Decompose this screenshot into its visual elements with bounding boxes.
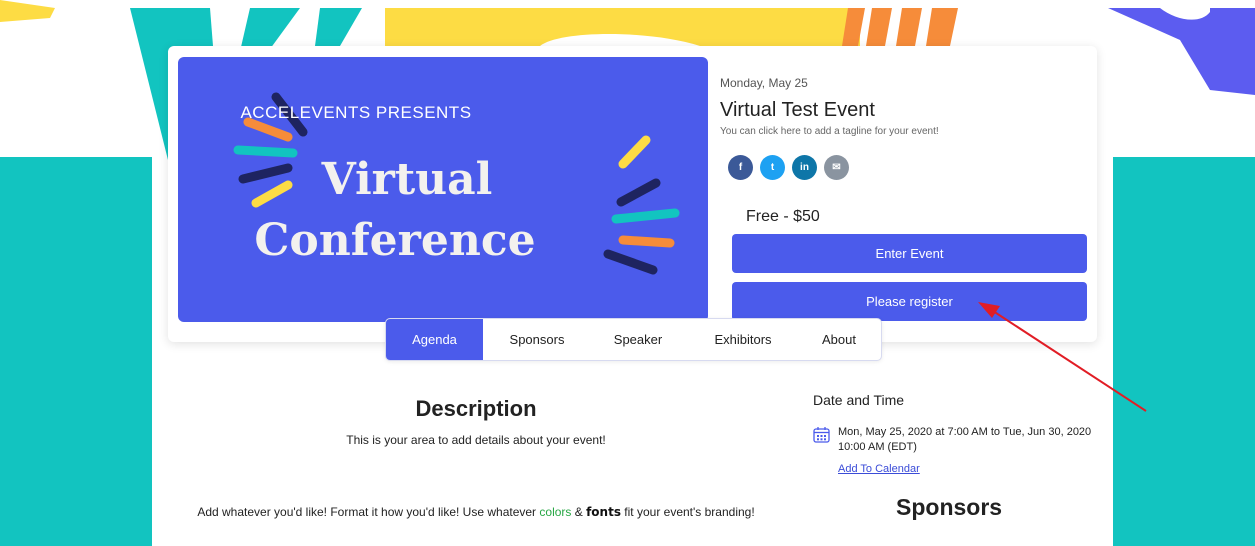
banner-title-line2: Conference xyxy=(254,215,536,266)
email-icon: ✉ xyxy=(832,162,841,173)
branding-amp: & xyxy=(571,505,587,519)
date-time-heading: Date and Time xyxy=(813,392,905,408)
please-register-button[interactable]: Please register xyxy=(732,282,1087,321)
facebook-icon: f xyxy=(738,162,743,173)
tab-agenda[interactable]: Agenda xyxy=(386,319,483,360)
calendar-icon xyxy=(813,427,830,443)
branding-text-start: Add whatever you'd like! Format it how y… xyxy=(197,505,540,519)
banner-presents-text: ACCELEVENTS PRESENTS xyxy=(240,103,472,122)
event-tabs: Agenda Sponsors Speaker Exhibitors About xyxy=(385,318,882,361)
branding-colors-text: colors xyxy=(539,505,572,519)
tab-speaker[interactable]: Speaker xyxy=(592,319,684,360)
facebook-share-button[interactable]: f xyxy=(728,155,753,180)
description-heading: Description xyxy=(415,396,537,421)
twitter-icon: t xyxy=(770,162,775,173)
add-to-calendar-link[interactable]: Add To Calendar xyxy=(838,463,920,475)
date-time-text: Mon, May 25, 2020 at 7:00 AM to Tue, Jun… xyxy=(838,426,1092,453)
teal-panel-right xyxy=(1113,157,1255,546)
tab-exhibitors[interactable]: Exhibitors xyxy=(691,319,795,360)
email-share-button[interactable]: ✉ xyxy=(824,155,849,180)
branding-fonts-text: fonts xyxy=(586,505,621,519)
tab-sponsors[interactable]: Sponsors xyxy=(489,319,585,360)
event-tagline[interactable]: You can click here to add a tagline for … xyxy=(720,126,939,137)
branding-text-end: fit your event's branding! xyxy=(620,505,755,519)
sponsors-heading: Sponsors xyxy=(896,494,1003,520)
twitter-share-button[interactable]: t xyxy=(760,155,785,180)
linkedin-share-button[interactable]: in xyxy=(792,155,817,180)
teal-panel-left xyxy=(0,157,152,546)
enter-event-button[interactable]: Enter Event xyxy=(732,234,1087,273)
tab-about[interactable]: About xyxy=(800,319,878,360)
linkedin-icon: in xyxy=(800,162,809,173)
description-branding-text: Add whatever you'd like! Format it how y… xyxy=(170,503,782,522)
description-text: This is your area to add details about y… xyxy=(346,433,606,447)
ticket-price: Free - $50 xyxy=(746,208,820,225)
banner-title-line1: Virtual xyxy=(321,154,493,205)
event-banner: ACCELEVENTS PRESENTS Virtual Conference xyxy=(178,57,708,322)
event-title: Virtual Test Event xyxy=(720,99,875,121)
event-date: Monday, May 25 xyxy=(720,76,808,90)
